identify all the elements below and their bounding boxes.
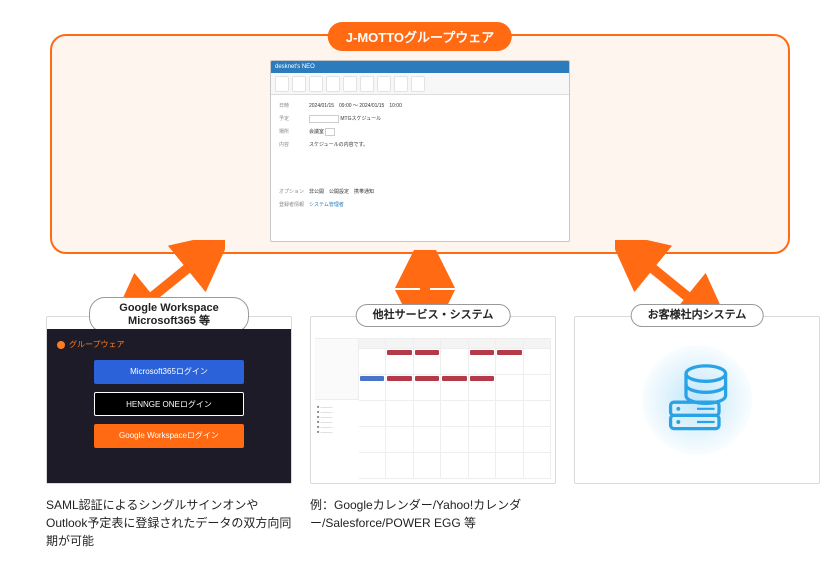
form-value: 非公開 公開設定 携帯通知: [309, 187, 561, 197]
badge-line1: Google Workspace: [119, 302, 218, 314]
toolbar-item: [292, 76, 306, 92]
calendar-toolbar: [315, 329, 551, 339]
app-toolbar: [271, 73, 569, 95]
toolbar-item: [343, 76, 357, 92]
calendar-mini-sidebar: ■ ―――■ ―――■ ―――■ ―――■ ―――■ ―――: [315, 339, 359, 479]
google-login-button[interactable]: Google Workspaceログイン: [94, 424, 244, 448]
calendar-list: ■ ―――■ ―――■ ―――■ ―――■ ―――■ ―――: [315, 399, 359, 438]
caption-mid: 例：Googleカレンダー/Yahoo!カレンダー/Salesforce/POW…: [310, 496, 556, 532]
form-label: 日時: [279, 101, 309, 111]
other-services-card: 他社サービス・システム ■ ―――■ ―――■ ―――■ ―――■ ―――■ ―…: [310, 316, 556, 484]
form-value: スケジュールの内容です。: [309, 140, 561, 150]
login-panel: グループウェア Microsoft365ログイン HENNGE ONEログイン …: [47, 329, 291, 483]
form-label: 場所: [279, 127, 309, 137]
form-value: MTGスケジュール: [309, 114, 561, 124]
other-services-badge: 他社サービス・システム: [356, 304, 511, 327]
calendar-grid: [359, 339, 551, 479]
hennge-login-button[interactable]: HENNGE ONEログイン: [94, 392, 244, 416]
caption-left: SAML認証によるシングルサインオンやOutlook予定表に登録されたデータの双…: [46, 496, 292, 550]
database-server-icon: [642, 345, 752, 455]
form-value: システム管理者: [309, 200, 561, 210]
form-label: オプション: [279, 187, 309, 197]
jmotto-groupware-box: J-MOTTOグループウェア desknet's NEO 日時2024/01/1…: [50, 34, 790, 254]
toolbar-item: [309, 76, 323, 92]
form-label: 内容: [279, 140, 309, 150]
database-icon-wrap: [575, 317, 819, 483]
brand-dot-icon: [57, 341, 65, 349]
toolbar-item: [377, 76, 391, 92]
form-value: 会議室: [309, 127, 561, 137]
app-title-bar: desknet's NEO: [271, 61, 569, 73]
app-form: 日時2024/01/15 09:00 ～ 2024/01/15 10:00 予定…: [271, 95, 569, 219]
calendar-screenshot: ■ ―――■ ―――■ ―――■ ―――■ ―――■ ―――: [315, 329, 551, 479]
toolbar-item: [326, 76, 340, 92]
form-label: 登録者情報: [279, 200, 309, 210]
ms365-login-button[interactable]: Microsoft365ログイン: [94, 360, 244, 384]
form-label: 予定: [279, 114, 309, 124]
external-idp-badge: Google Workspace Microsoft365 等: [89, 297, 249, 333]
external-idp-card: Google Workspace Microsoft365 等 グループウェア …: [46, 316, 292, 484]
toolbar-item: [394, 76, 408, 92]
badge-line2: Microsoft365 等: [128, 315, 210, 327]
toolbar-item: [411, 76, 425, 92]
form-value: 2024/01/15 09:00 ～ 2024/01/15 10:00: [309, 101, 561, 111]
toolbar-item: [275, 76, 289, 92]
login-brand: グループウェア: [57, 339, 125, 350]
toolbar-item: [360, 76, 374, 92]
customer-system-card: お客様社内システム: [574, 316, 820, 484]
groupware-app-screenshot: desknet's NEO 日時2024/01/15 09:00 ～ 2024/…: [270, 60, 570, 242]
jmotto-badge: J-MOTTOグループウェア: [328, 22, 512, 51]
